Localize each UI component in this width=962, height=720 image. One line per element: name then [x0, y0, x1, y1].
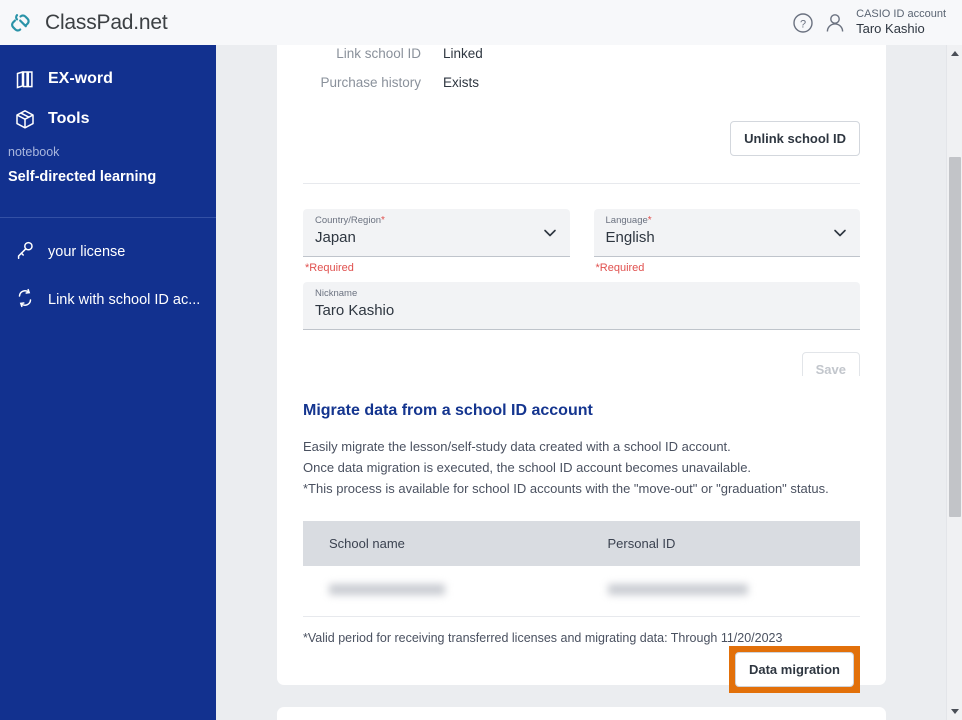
sidebar-secondary-group: your license Link with school ID ac...: [0, 218, 216, 324]
valid-period-note: *Valid period for receiving transferred …: [303, 631, 783, 645]
sidebar-item-label: EX-word: [48, 70, 113, 87]
sidebar-section-heading: notebook: [8, 145, 60, 159]
country-region-select[interactable]: Country/Region* Japan: [303, 209, 570, 257]
country-region-required-note: *Required: [305, 262, 354, 274]
account-profile-card: Link school ID Linked Purchase history E…: [277, 45, 886, 406]
page-title: Migrate data from a school ID account: [303, 402, 593, 419]
account-name: Taro Kashio: [856, 21, 925, 37]
key-icon: [14, 239, 36, 265]
scrollbar[interactable]: [946, 45, 962, 720]
redacted-personal-id: [607, 584, 748, 595]
migrate-description-line-1: Easily migrate the lesson/self-study dat…: [303, 439, 731, 454]
migration-table: School name Personal ID: [303, 521, 860, 617]
scroll-up-arrow[interactable]: [947, 45, 962, 61]
cell-school-name: [303, 566, 582, 617]
column-school-name: School name: [303, 521, 582, 566]
sync-icon: [14, 287, 36, 313]
sidebar-item-tools[interactable]: Tools: [0, 99, 216, 139]
sidebar-item-label: Tools: [48, 110, 90, 127]
data-migration-button[interactable]: Data migration: [734, 652, 854, 687]
brand-title: ClassPad.net: [45, 10, 168, 34]
link-school-id-key: Link school ID: [336, 46, 421, 61]
app-header: ClassPad.net ? CASIO ID account Taro Kas…: [0, 0, 962, 45]
migrate-data-card: Migrate data from a school ID account Ea…: [277, 376, 886, 693]
unlink-school-id-button[interactable]: Unlink school ID: [730, 121, 860, 156]
scrollbar-thumb[interactable]: [949, 157, 961, 517]
scroll-down-arrow[interactable]: [947, 704, 962, 720]
nickname-label: Nickname: [315, 288, 358, 299]
chevron-down-icon: [832, 225, 848, 241]
chain-link-icon: [10, 10, 36, 36]
sidebar-link-label: Link with school ID ac...: [48, 292, 201, 308]
sidebar-item-link-school-id[interactable]: Link with school ID ac...: [0, 276, 216, 324]
sidebar-item-ex-word[interactable]: EX-word: [0, 59, 216, 99]
country-region-value: Japan: [315, 229, 356, 246]
country-region-label: Country/Region*: [315, 215, 385, 226]
sidebar-item-self-directed-learning[interactable]: Self-directed learning: [0, 161, 216, 193]
required-notes: *Required *Required: [303, 257, 860, 274]
header-right: ? CASIO ID account Taro Kashio: [792, 8, 962, 38]
sidebar: EX-word Tools notebook Self-directed lea…: [0, 45, 216, 720]
account-label: CASIO ID account: [856, 7, 946, 20]
purchase-history-value: Exists: [443, 75, 480, 90]
table-row: Purchase history Exists: [303, 68, 860, 97]
language-select[interactable]: Language* English: [593, 209, 860, 257]
sidebar-link-label: your license: [48, 244, 126, 260]
nickname-field[interactable]: Nickname Taro Kashio: [303, 282, 860, 330]
sidebar-item-your-license[interactable]: your license: [0, 228, 216, 276]
redacted-school-name: [329, 584, 445, 595]
account-info[interactable]: CASIO ID account Taro Kashio: [856, 8, 946, 38]
link-school-id-value: Linked: [443, 46, 483, 61]
migrate-description-line-3: *This process is available for school ID…: [303, 481, 829, 496]
main-scroll-area[interactable]: Link school ID Linked Purchase history E…: [216, 45, 962, 720]
nickname-value: Taro Kashio: [315, 302, 395, 319]
chevron-down-icon: [542, 225, 558, 241]
books-icon: [14, 68, 36, 90]
purchase-history-key: Purchase history: [320, 75, 421, 90]
column-personal-id: Personal ID: [581, 521, 860, 566]
migrate-description-line-2: Once data migration is executed, the sch…: [303, 460, 752, 475]
cell-personal-id: [581, 566, 860, 617]
brand[interactable]: ClassPad.net: [0, 10, 168, 36]
svg-text:?: ?: [800, 18, 806, 30]
table-header-row: School name Personal ID: [303, 521, 860, 566]
data-migration-highlight: Data migration: [728, 646, 860, 693]
profile-fields: Country/Region* Japan Language* English: [303, 184, 860, 257]
table-row: [303, 566, 860, 617]
box-icon: [14, 108, 36, 130]
next-card: [277, 707, 886, 720]
language-required-note: *Required: [595, 262, 645, 274]
help-circle-icon[interactable]: ?: [792, 12, 814, 34]
sidebar-primary-group: EX-word Tools notebook Self-directed lea…: [0, 45, 216, 203]
language-label: Language*: [605, 215, 652, 226]
user-avatar-icon[interactable]: [824, 11, 846, 35]
language-value: English: [605, 229, 655, 246]
table-row: Link school ID Linked: [303, 45, 860, 68]
